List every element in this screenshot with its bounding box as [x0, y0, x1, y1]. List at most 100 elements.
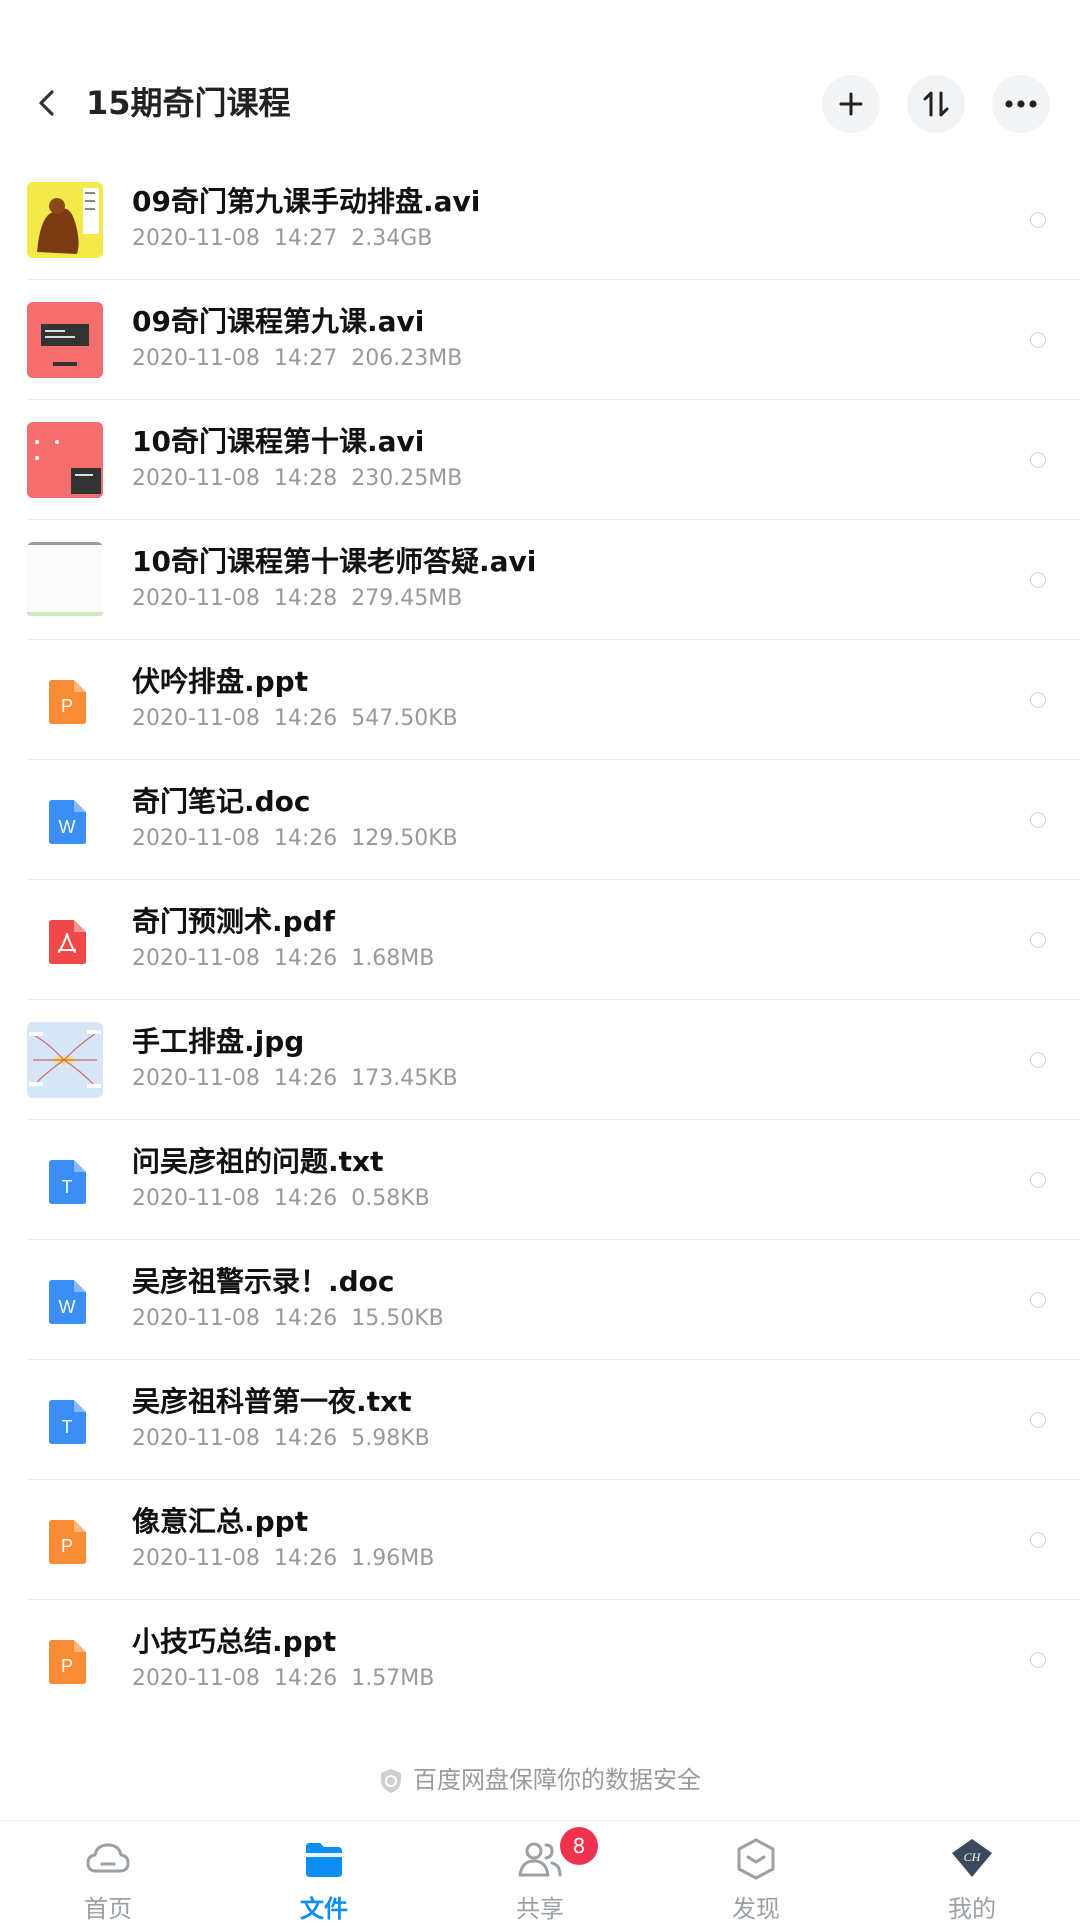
video-thumbnail-image	[27, 182, 103, 258]
video-thumbnail-image	[27, 422, 103, 498]
file-row[interactable]: 奇门预测术.pdf 2020-11-08 14:26 1.68MB	[0, 880, 1080, 1000]
add-button[interactable]	[822, 75, 880, 133]
file-name: 问吴彦祖的问题.txt	[132, 1145, 384, 1178]
file-date: 2020-11-08	[132, 466, 260, 491]
file-size: 129.50KB	[351, 826, 458, 851]
file-row[interactable]: 09奇门第九课手动排盘.avi 2020-11-08 14:27 2.34GB	[0, 160, 1080, 280]
file-date: 2020-11-08	[132, 346, 260, 371]
video-thumbnail-image	[27, 542, 103, 618]
file-size: 279.45MB	[351, 586, 463, 611]
file-date: 2020-11-08	[132, 826, 260, 851]
file-time: 14:26	[273, 826, 338, 851]
nav-item-home[interactable]: 首页	[0, 1821, 216, 1923]
file-row[interactable]: P 小技巧总结.ppt 2020-11-08 14:26 1.57MB	[0, 1600, 1080, 1720]
file-name: 10奇门课程第十课.avi	[132, 425, 425, 458]
file-size: 547.50KB	[351, 706, 458, 731]
select-radio[interactable]	[1030, 1292, 1046, 1308]
more-button[interactable]	[992, 75, 1050, 133]
video-thumbnail-image	[27, 302, 103, 378]
select-radio[interactable]	[1030, 1532, 1046, 1548]
file-time: 14:26	[273, 1546, 338, 1571]
select-radio[interactable]	[1030, 212, 1046, 228]
nav-item-share[interactable]: 8 共享	[432, 1821, 648, 1923]
file-type-letter: T	[62, 1417, 73, 1437]
file-date: 2020-11-08	[132, 706, 260, 731]
select-radio[interactable]	[1030, 1052, 1046, 1068]
ppt-file-icon: P	[49, 1520, 86, 1564]
back-button[interactable]	[28, 80, 68, 126]
file-date: 2020-11-08	[132, 946, 260, 971]
video-thumbnail	[27, 182, 103, 258]
select-radio[interactable]	[1030, 332, 1046, 348]
file-row[interactable]: 09奇门课程第九课.avi 2020-11-08 14:27 206.23MB	[0, 280, 1080, 400]
file-time: 14:26	[273, 706, 338, 731]
file-name: 伏吟排盘.ppt	[132, 665, 309, 698]
file-row[interactable]: T 问吴彦祖的问题.txt 2020-11-08 14:26 0.58KB	[0, 1120, 1080, 1240]
file-date: 2020-11-08	[132, 1546, 260, 1571]
file-size: 1.96MB	[351, 1546, 435, 1571]
file-time: 14:27	[273, 346, 338, 371]
file-time: 14:26	[273, 1306, 338, 1331]
file-meta: 2020-11-08 14:26 1.96MB	[132, 1546, 434, 1571]
more-icon	[1005, 100, 1037, 108]
nav-label: 首页	[84, 1895, 132, 1923]
file-row[interactable]: P 伏吟排盘.ppt 2020-11-08 14:26 547.50KB	[0, 640, 1080, 760]
file-date: 2020-11-08	[132, 1426, 260, 1451]
nav-item-discover[interactable]: 发现	[648, 1821, 864, 1923]
doc-file-icon: W	[49, 800, 86, 844]
file-date: 2020-11-08	[132, 1306, 260, 1331]
file-date: 2020-11-08	[132, 1066, 260, 1091]
file-row[interactable]: W 奇门笔记.doc 2020-11-08 14:26 129.50KB	[0, 760, 1080, 880]
select-radio[interactable]	[1030, 1412, 1046, 1428]
select-radio[interactable]	[1030, 572, 1046, 588]
file-name: 09奇门课程第九课.avi	[132, 305, 425, 338]
file-row[interactable]: W 吴彦祖警示录！.doc 2020-11-08 14:26 15.50KB	[0, 1240, 1080, 1360]
pdf-file-icon	[49, 920, 86, 964]
file-size: 206.23MB	[351, 346, 463, 371]
security-notice: 百度网盘保障你的数据安全	[0, 1760, 1080, 1795]
sort-button[interactable]	[907, 75, 965, 133]
discover-icon	[737, 1838, 775, 1880]
file-date: 2020-11-08	[132, 1186, 260, 1211]
file-meta: 2020-11-08 14:26 15.50KB	[132, 1306, 444, 1331]
select-radio[interactable]	[1030, 932, 1046, 948]
file-time: 14:27	[273, 226, 338, 251]
header-bar: 15期奇门课程	[0, 0, 1080, 160]
file-time: 14:26	[273, 1426, 338, 1451]
file-type-letter: P	[61, 1536, 73, 1556]
select-radio[interactable]	[1030, 692, 1046, 708]
shield-icon	[381, 1769, 401, 1793]
file-meta: 2020-11-08 14:26 173.45KB	[132, 1066, 458, 1091]
nav-item-files[interactable]: 文件	[216, 1821, 432, 1923]
file-time: 14:26	[273, 1666, 338, 1691]
select-radio[interactable]	[1030, 812, 1046, 828]
select-radio[interactable]	[1030, 1652, 1046, 1668]
file-size: 5.98KB	[351, 1426, 430, 1451]
nav-label: 文件	[300, 1895, 348, 1923]
ppt-file-icon: P	[49, 1640, 86, 1684]
file-row[interactable]: 10奇门课程第十课老师答疑.avi 2020-11-08 14:28 279.45M…	[0, 520, 1080, 640]
file-date: 2020-11-08	[132, 226, 260, 251]
folder-icon	[306, 1843, 342, 1877]
file-row[interactable]: 手工排盘.jpg 2020-11-08 14:26 173.45KB	[0, 1000, 1080, 1120]
cloud-icon	[86, 1843, 130, 1873]
file-size: 1.68MB	[351, 946, 435, 971]
nav-item-mine[interactable]: CH 我的	[864, 1821, 1080, 1923]
file-row[interactable]: T 吴彦祖科普第一夜.txt 2020-11-08 14:26 5.98KB	[0, 1360, 1080, 1480]
file-type-letter: P	[61, 1656, 73, 1676]
file-name: 吴彦祖科普第一夜.txt	[132, 1385, 412, 1418]
nav-label: 发现	[732, 1895, 780, 1923]
file-size: 0.58KB	[351, 1186, 430, 1211]
add-icon	[839, 92, 863, 116]
select-radio[interactable]	[1030, 452, 1046, 468]
doc-file-icon: W	[49, 1280, 86, 1324]
select-radio[interactable]	[1030, 1172, 1046, 1188]
file-row[interactable]: 10奇门课程第十课.avi 2020-11-08 14:28 230.25MB	[0, 400, 1080, 520]
page-title: 15期奇门课程	[86, 84, 291, 122]
file-time: 14:26	[273, 1066, 338, 1091]
file-name: 手工排盘.jpg	[132, 1025, 305, 1058]
file-row[interactable]: P 像意汇总.ppt 2020-11-08 14:26 1.96MB	[0, 1480, 1080, 1600]
nav-label: 共享	[516, 1895, 564, 1923]
file-time: 14:28	[273, 586, 338, 611]
file-name: 10奇门课程第十课老师答疑.avi	[132, 545, 537, 578]
